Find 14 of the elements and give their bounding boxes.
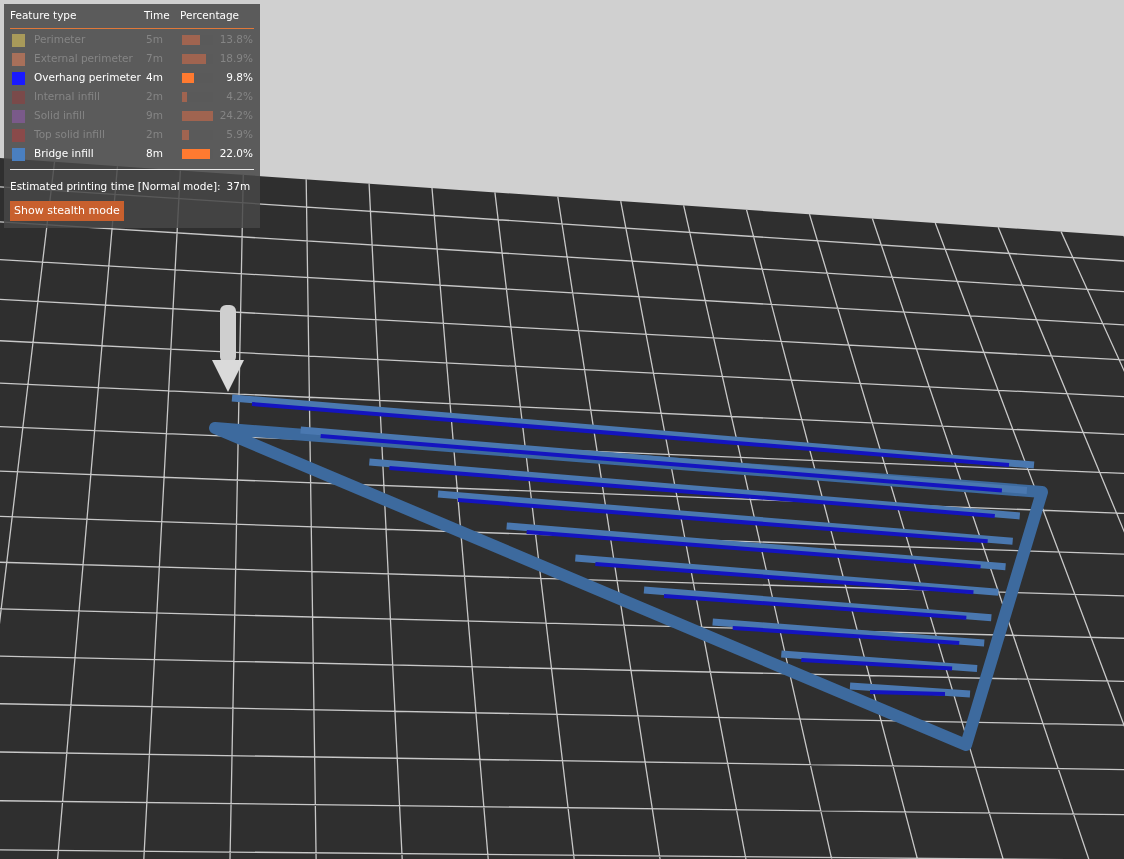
estimate-label: Estimated printing time [Normal mode]: <box>10 178 221 194</box>
feature-time: 8m <box>146 146 164 162</box>
stealth-mode-button[interactable]: Show stealth mode <box>10 200 124 221</box>
feature-time: 4m <box>146 70 164 86</box>
column-header: Time <box>144 8 171 23</box>
legend-row[interactable]: Bridge infill 8m 22.0% <box>10 144 254 164</box>
legend-row[interactable]: Overhang perimeter 4m 9.8% <box>10 68 254 88</box>
column-header: Percentage <box>180 8 240 23</box>
feature-percentage: 22.0% <box>218 146 253 162</box>
estimate-value: 37m <box>226 178 251 194</box>
feature-name: Bridge infill <box>34 146 95 162</box>
feature-percentage: 9.8% <box>225 70 253 86</box>
feature-name: Overhang perimeter <box>34 70 142 86</box>
column-header: Feature type <box>10 8 78 23</box>
